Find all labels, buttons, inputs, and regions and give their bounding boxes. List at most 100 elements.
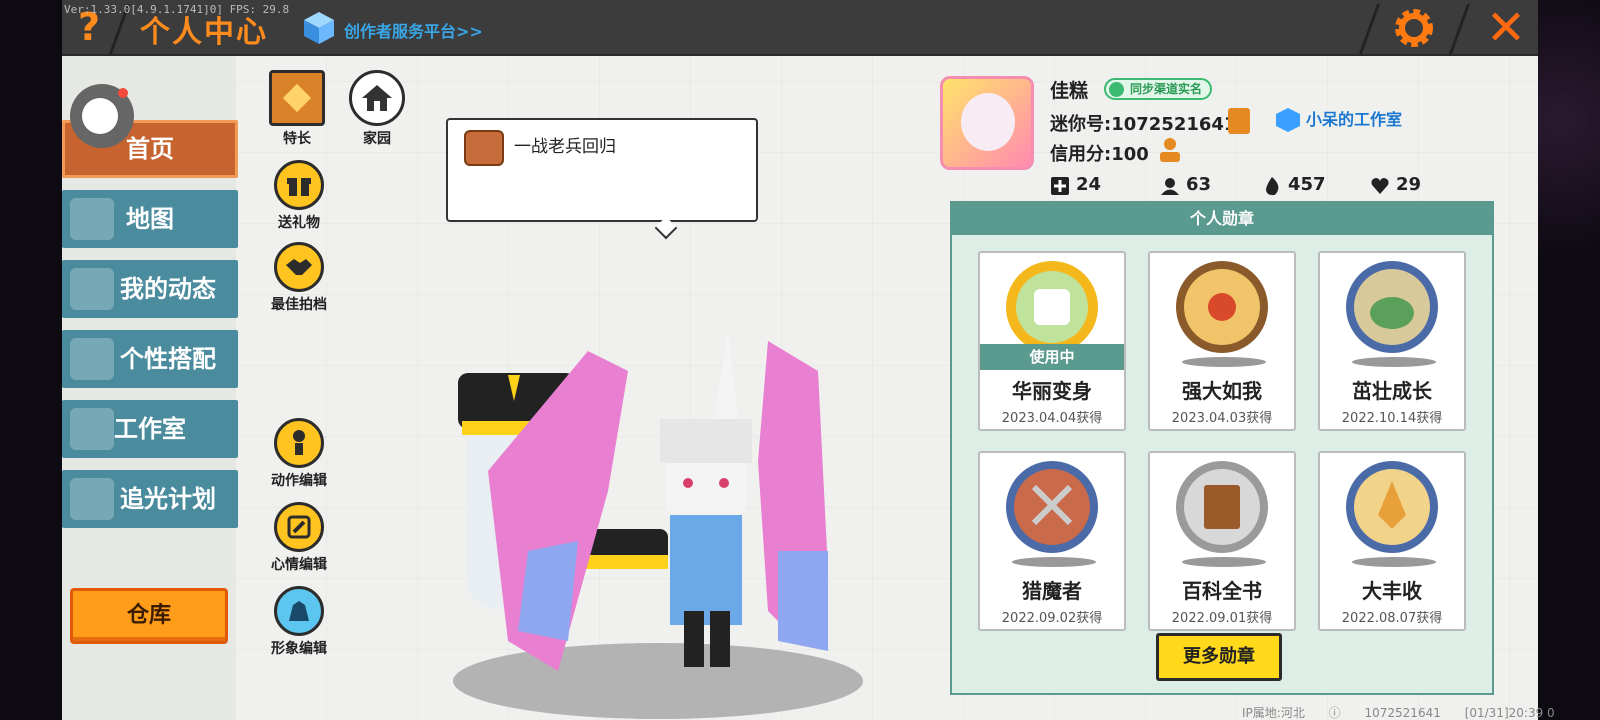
stat-plus: 24 bbox=[1050, 172, 1101, 198]
partner-button[interactable]: 最佳拍档 bbox=[262, 242, 336, 314]
verify-badge-label: 同步渠道实名 bbox=[1130, 82, 1203, 96]
verify-badge: 同步渠道实名 bbox=[1104, 78, 1213, 100]
ip-location: IP属地:河北 bbox=[1242, 706, 1305, 720]
info-icon[interactable]: ⓘ bbox=[1329, 706, 1341, 720]
studio-hex-icon bbox=[1276, 108, 1300, 132]
close-icon[interactable]: ✕ bbox=[1482, 2, 1530, 54]
bell-icon bbox=[70, 268, 114, 310]
gift-label: 送礼物 bbox=[278, 215, 320, 231]
specialty-label: 特长 bbox=[283, 131, 311, 147]
medal-harvest-icon bbox=[1346, 461, 1438, 553]
medal-shadow bbox=[1182, 557, 1266, 567]
medal-card[interactable]: 百科全书 2022.09.01获得 bbox=[1148, 451, 1296, 631]
medal-date: 2022.09.02获得 bbox=[1001, 611, 1103, 626]
plus-box-icon bbox=[1051, 177, 1069, 195]
appearance-edit-label: 形象编辑 bbox=[271, 641, 327, 657]
user-check-icon bbox=[1109, 82, 1124, 97]
medal-strong-icon bbox=[1176, 261, 1268, 353]
medal-card[interactable]: 大丰收 2022.08.07获得 bbox=[1318, 451, 1466, 631]
divider bbox=[1448, 4, 1471, 54]
gift-button[interactable]: 送礼物 bbox=[262, 160, 336, 232]
sidebar-item-activity[interactable]: 我的动态 bbox=[62, 260, 238, 318]
fire-icon bbox=[1266, 177, 1279, 196]
medal-card[interactable]: 使用中 华丽变身 2023.04.04获得 bbox=[978, 251, 1126, 431]
studio-link[interactable]: 小呆的工作室 bbox=[1276, 106, 1402, 134]
copy-icon[interactable] bbox=[1228, 108, 1250, 134]
main-panel: 首页 地图 我的动态 个性搭配 工作室 追光计划 仓库 特长 家园 送礼物 最佳… bbox=[62, 56, 1555, 720]
medal-card[interactable]: 猎魔者 2022.09.02获得 bbox=[978, 451, 1126, 631]
medal-card[interactable]: 茁壮成长 2022.10.14获得 bbox=[1318, 251, 1466, 431]
sidebar-item-label: 首页 bbox=[126, 135, 174, 163]
medal-grow-icon bbox=[1346, 261, 1438, 353]
medal-name: 百科全书 bbox=[1182, 579, 1262, 603]
medal-shadow bbox=[1182, 357, 1266, 367]
medal-date: 2022.10.14获得 bbox=[1341, 411, 1443, 426]
medal-date: 2023.04.03获得 bbox=[1171, 411, 1273, 426]
studio-icon bbox=[70, 408, 114, 450]
gift-icon bbox=[274, 160, 324, 210]
map-icon bbox=[70, 198, 114, 240]
mood-edit-button[interactable]: 心情编辑 bbox=[262, 502, 336, 574]
footer: IP属地:河北 ⓘ 1072521641 [01/31]20:39 0 bbox=[1242, 704, 1575, 720]
medal-name: 大丰收 bbox=[1362, 579, 1422, 603]
medals-title: 个人勋章 bbox=[952, 203, 1492, 235]
appearance-edit-icon bbox=[274, 586, 324, 636]
character-icon bbox=[70, 338, 114, 380]
specialty-button[interactable]: 特长 bbox=[260, 70, 334, 148]
sidebar-item-label: 工作室 bbox=[114, 415, 186, 443]
stat-value: 63 bbox=[1186, 174, 1212, 195]
medal-date: 2022.08.07获得 bbox=[1341, 611, 1443, 626]
sidebar: 首页 地图 我的动态 个性搭配 工作室 追光计划 仓库 bbox=[62, 56, 238, 720]
speech-bubble: 一战老兵回归 bbox=[446, 118, 758, 222]
action-edit-icon bbox=[274, 418, 324, 468]
plan-icon bbox=[70, 478, 114, 520]
creator-platform-link[interactable]: 创作者服务平台>> bbox=[344, 18, 483, 42]
medal-shadow bbox=[1352, 357, 1436, 367]
floating-dot bbox=[82, 98, 118, 134]
appearance-edit-button[interactable]: 形象编辑 bbox=[262, 586, 336, 658]
home-button[interactable]: 家园 bbox=[340, 70, 414, 148]
stat-fans: 63 bbox=[1160, 172, 1211, 198]
sidebar-item-outfit[interactable]: 个性搭配 bbox=[62, 330, 238, 388]
avatar[interactable] bbox=[940, 76, 1034, 170]
frog-icon bbox=[464, 130, 504, 166]
debug-info: Ver:1.33.0[4.9.1.1741]0] FPS: 29.8 bbox=[64, 3, 290, 16]
action-edit-button[interactable]: 动作编辑 bbox=[262, 418, 336, 490]
pencil-icon bbox=[274, 502, 324, 552]
medal-shadow bbox=[1352, 557, 1436, 567]
medal-card[interactable]: 强大如我 2023.04.03获得 bbox=[1148, 251, 1296, 431]
gear-icon[interactable] bbox=[1392, 6, 1436, 50]
home-label: 家园 bbox=[363, 131, 391, 147]
notification-dot bbox=[118, 88, 128, 98]
person-badge-icon[interactable] bbox=[1158, 136, 1182, 164]
footer-uid: 1072521641 bbox=[1364, 706, 1441, 720]
medal-date: 2022.09.01获得 bbox=[1171, 611, 1273, 626]
more-medals-button[interactable]: 更多勋章 bbox=[1156, 633, 1282, 681]
footer-time: [01/31]20:39 0 bbox=[1464, 706, 1555, 720]
character-model[interactable] bbox=[438, 311, 868, 720]
stat-heart: 29 bbox=[1370, 172, 1421, 198]
avatar-face bbox=[961, 93, 1015, 151]
house-icon bbox=[349, 70, 405, 126]
medal-name: 茁壮成长 bbox=[1352, 379, 1432, 403]
medal-transform-icon bbox=[1006, 261, 1098, 353]
sidebar-item-map[interactable]: 地图 bbox=[62, 190, 238, 248]
sidebar-item-chase-light[interactable]: 追光计划 bbox=[62, 470, 238, 528]
user-name: 佳糕 bbox=[1050, 80, 1089, 102]
sidebar-item-studio[interactable]: 工作室 bbox=[62, 400, 238, 458]
studio-label: 小呆的工作室 bbox=[1306, 110, 1403, 129]
floating-assistant-button[interactable] bbox=[70, 84, 134, 148]
using-badge: 使用中 bbox=[980, 344, 1124, 370]
stat-fire: 457 bbox=[1262, 172, 1326, 198]
divider bbox=[1358, 4, 1381, 54]
medal-name: 强大如我 bbox=[1182, 379, 1262, 403]
bubble-text: 一战老兵回归 bbox=[514, 137, 616, 157]
action-edit-label: 动作编辑 bbox=[271, 473, 327, 489]
stats-row: 24 63 457 29 bbox=[1050, 172, 1450, 200]
medal-name: 猎魔者 bbox=[1022, 579, 1082, 603]
warehouse-button[interactable]: 仓库 bbox=[70, 588, 228, 644]
cube-icon[interactable] bbox=[302, 10, 336, 46]
medal-name: 华丽变身 bbox=[1012, 379, 1092, 403]
medal-demon-hunter-icon bbox=[1006, 461, 1098, 553]
sidebar-item-label: 地图 bbox=[126, 205, 174, 233]
